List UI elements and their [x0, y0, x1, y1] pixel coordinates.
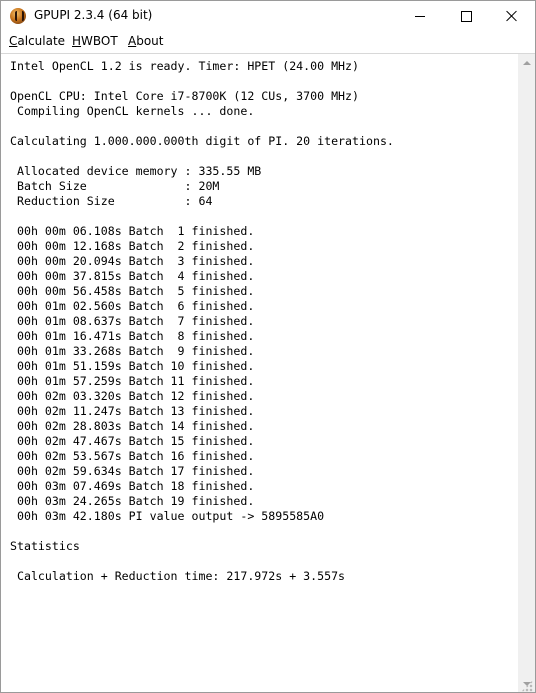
minimize-icon: [415, 15, 425, 17]
console-line: 00h 01m 51.159s Batch 10 finished.: [10, 359, 255, 373]
menu-calculate[interactable]: Calculate: [9, 34, 65, 48]
console-line: Allocated device memory : 335.55 MB: [10, 164, 262, 178]
title-bar[interactable]: GPUPI 2.3.4 (64 bit): [1, 1, 535, 31]
maximize-button[interactable]: [443, 1, 489, 31]
console-output[interactable]: Intel OpenCL 1.2 is ready. Timer: HPET (…: [1, 54, 517, 692]
menu-bar: Calculate HWBOT About: [1, 31, 535, 53]
menu-about-accel: A: [128, 34, 137, 48]
console-line: 00h 02m 59.634s Batch 17 finished.: [10, 464, 255, 478]
console-line: 00h 00m 12.168s Batch 2 finished.: [10, 239, 255, 253]
maximize-icon: [460, 10, 472, 22]
gpupi-app-icon[interactable]: [10, 8, 26, 24]
console-line: Reduction Size : 64: [10, 194, 213, 208]
console-line: 00h 00m 56.458s Batch 5 finished.: [10, 284, 255, 298]
console-line: OpenCL CPU: Intel Core i7-8700K (12 CUs,…: [10, 89, 360, 103]
client-area: Intel OpenCL 1.2 is ready. Timer: HPET (…: [1, 53, 535, 692]
close-button[interactable]: [489, 1, 535, 31]
console-line: 00h 02m 47.467s Batch 15 finished.: [10, 434, 255, 448]
app-window: GPUPI 2.3.4 (64 bit) Calculate HWBOT Abo…: [0, 0, 536, 693]
console-line: 00h 00m 37.815s Batch 4 finished.: [10, 269, 255, 283]
console-line: Batch Size : 20M: [10, 179, 220, 193]
console-line: Statistics: [10, 539, 80, 553]
vertical-scrollbar[interactable]: [518, 54, 535, 692]
menu-hwbot-accel: H: [72, 34, 82, 48]
menu-about-label: bout: [136, 34, 164, 48]
scroll-up-button[interactable]: [518, 54, 535, 71]
menu-calculate-label: alculate: [17, 34, 66, 48]
close-icon: [506, 10, 518, 22]
console-line: 00h 01m 08.637s Batch 7 finished.: [10, 314, 255, 328]
minimize-button[interactable]: [397, 1, 443, 31]
console-line: 00h 03m 07.469s Batch 18 finished.: [10, 479, 255, 493]
console-line: 00h 01m 16.471s Batch 8 finished.: [10, 329, 255, 343]
menu-hwbot-label: WBOT: [81, 34, 118, 48]
console-line: 00h 02m 28.803s Batch 14 finished.: [10, 419, 255, 433]
console-line: Calculating 1.000.000.000th digit of PI.…: [10, 134, 394, 148]
menu-about[interactable]: About: [128, 34, 164, 48]
console-line: 00h 00m 06.108s Batch 1 finished.: [10, 224, 255, 238]
console-line: 00h 01m 33.268s Batch 9 finished.: [10, 344, 255, 358]
console-line: 00h 02m 53.567s Batch 16 finished.: [10, 449, 255, 463]
console-line: Intel OpenCL 1.2 is ready. Timer: HPET (…: [10, 59, 360, 73]
window-title: GPUPI 2.3.4 (64 bit): [34, 8, 153, 22]
console-line: 00h 01m 02.560s Batch 6 finished.: [10, 299, 255, 313]
chevron-up-icon: [522, 60, 531, 65]
console-line: 00h 01m 57.259s Batch 11 finished.: [10, 374, 255, 388]
menu-hwbot[interactable]: HWBOT: [72, 34, 118, 48]
console-line: 00h 02m 11.247s Batch 13 finished.: [10, 404, 255, 418]
console-line: 00h 00m 20.094s Batch 3 finished.: [10, 254, 255, 268]
console-line: Compiling OpenCL kernels ... done.: [10, 104, 255, 118]
console-line: 00h 03m 24.265s Batch 19 finished.: [10, 494, 255, 508]
console-line: 00h 02m 03.320s Batch 12 finished.: [10, 389, 255, 403]
console-line: 00h 03m 42.180s PI value output -> 58955…: [10, 509, 325, 523]
console-line: Calculation + Reduction time: 217.972s +…: [10, 569, 346, 583]
